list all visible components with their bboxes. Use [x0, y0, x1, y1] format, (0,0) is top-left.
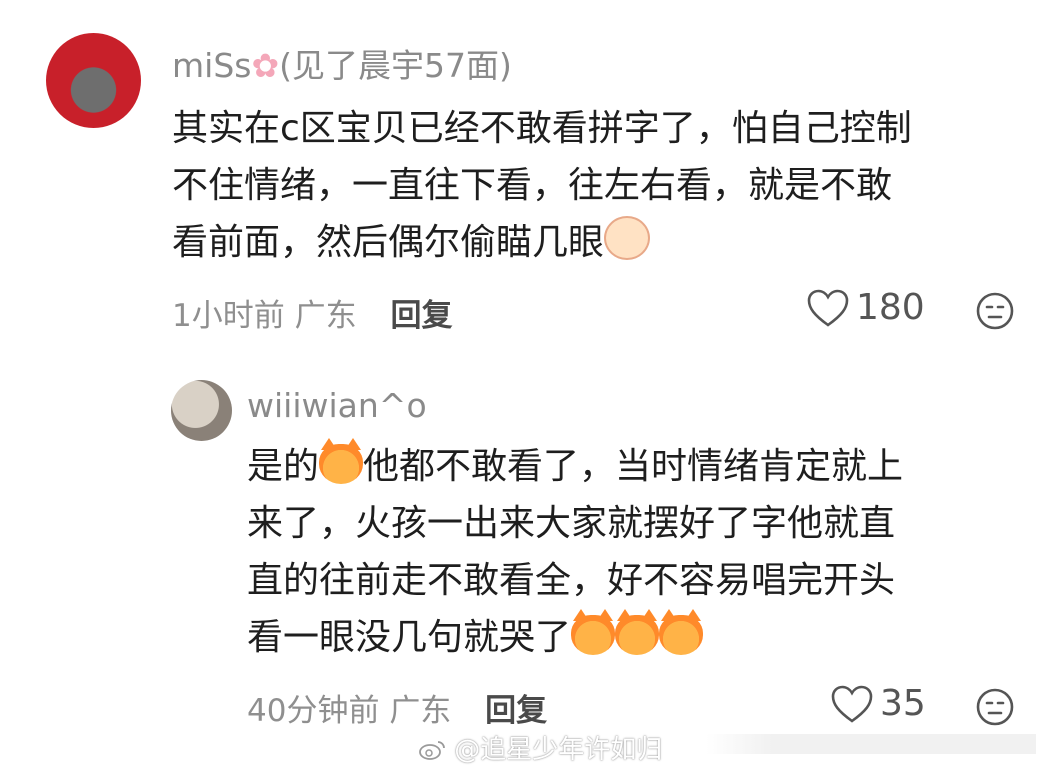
flower-icon: ✿ — [251, 46, 280, 85]
reply-line: 是的 他都不敢看了，当时情绪肯定就上 — [247, 438, 903, 495]
comment-line: 其实在c区宝贝已经不敢看拼字了，怕自己控制 — [172, 108, 912, 149]
time: 40分钟前 — [247, 693, 380, 729]
comment-text: 其实在c区宝贝已经不敢看拼字了，怕自己控制 不住情绪，一直往下看，往左右看，就是… — [172, 100, 912, 271]
comment-line-text: 看前面，然后偶尔偷瞄几眼 — [172, 222, 605, 263]
reply-line-rest: 他都不敢看了，当时情绪肯定就上 — [363, 446, 904, 487]
username-suffix: (见了晨宇57面) — [279, 46, 512, 85]
dislike-face-icon[interactable] — [975, 291, 1015, 331]
watermark: @追星少年许如归 — [418, 729, 662, 766]
crying-cat-emoji-icon — [659, 609, 704, 655]
watermark-fade — [706, 734, 1036, 754]
username[interactable]: miSs✿(见了晨宇57面) — [172, 39, 512, 87]
reply-line-start: 是的 — [247, 446, 320, 487]
location: 广东 — [389, 693, 452, 729]
reply-line-text: 看一眼没几句就哭了 — [247, 617, 572, 658]
reply-button[interactable]: 回复 — [390, 298, 452, 334]
reply-avatar[interactable] — [171, 380, 232, 441]
like-count: 180 — [856, 287, 925, 328]
crying-cat-emoji-icon — [571, 609, 616, 655]
like-count: 35 — [880, 683, 926, 724]
username-prefix: miSs — [172, 46, 252, 85]
crying-cat-emoji-icon — [615, 609, 660, 655]
reply-line: 来了，火孩一出来大家就摆好了字他就直 — [247, 503, 896, 544]
avatar[interactable] — [46, 33, 141, 128]
watermark-text: @追星少年许如归 — [454, 735, 663, 765]
comment-line-last: 看前面，然后偶尔偷瞄几眼 — [172, 214, 912, 271]
location: 广东 — [294, 298, 357, 334]
like-button[interactable]: 35 — [830, 683, 926, 724]
reply-button[interactable]: 回复 — [485, 693, 547, 729]
time: 1小时前 — [172, 298, 285, 334]
comment-meta: 1小时前 广东 回复 — [172, 290, 452, 335]
weibo-logo-icon — [419, 741, 445, 760]
crying-cat-emoji-icon — [319, 438, 364, 484]
reply-meta: 40分钟前 广东 回复 — [247, 685, 547, 730]
reply-line-last: 看一眼没几句就哭了 — [247, 609, 903, 666]
reply-line: 直的往前走不敢看全，好不容易唱完开头 — [247, 560, 896, 601]
comment-line: 不住情绪，一直往下看，往左右看，就是不敢 — [172, 165, 893, 206]
reply-text: 是的 他都不敢看了，当时情绪肯定就上 来了，火孩一出来大家就摆好了字他就直 直的往… — [247, 438, 903, 666]
dislike-face-icon[interactable] — [975, 687, 1015, 727]
crying-emoji-icon — [604, 216, 651, 260]
like-button[interactable]: 180 — [806, 287, 925, 328]
reply-username[interactable]: wiiiwian^o — [247, 386, 427, 425]
heart-icon — [831, 685, 873, 723]
heart-icon — [807, 289, 849, 327]
